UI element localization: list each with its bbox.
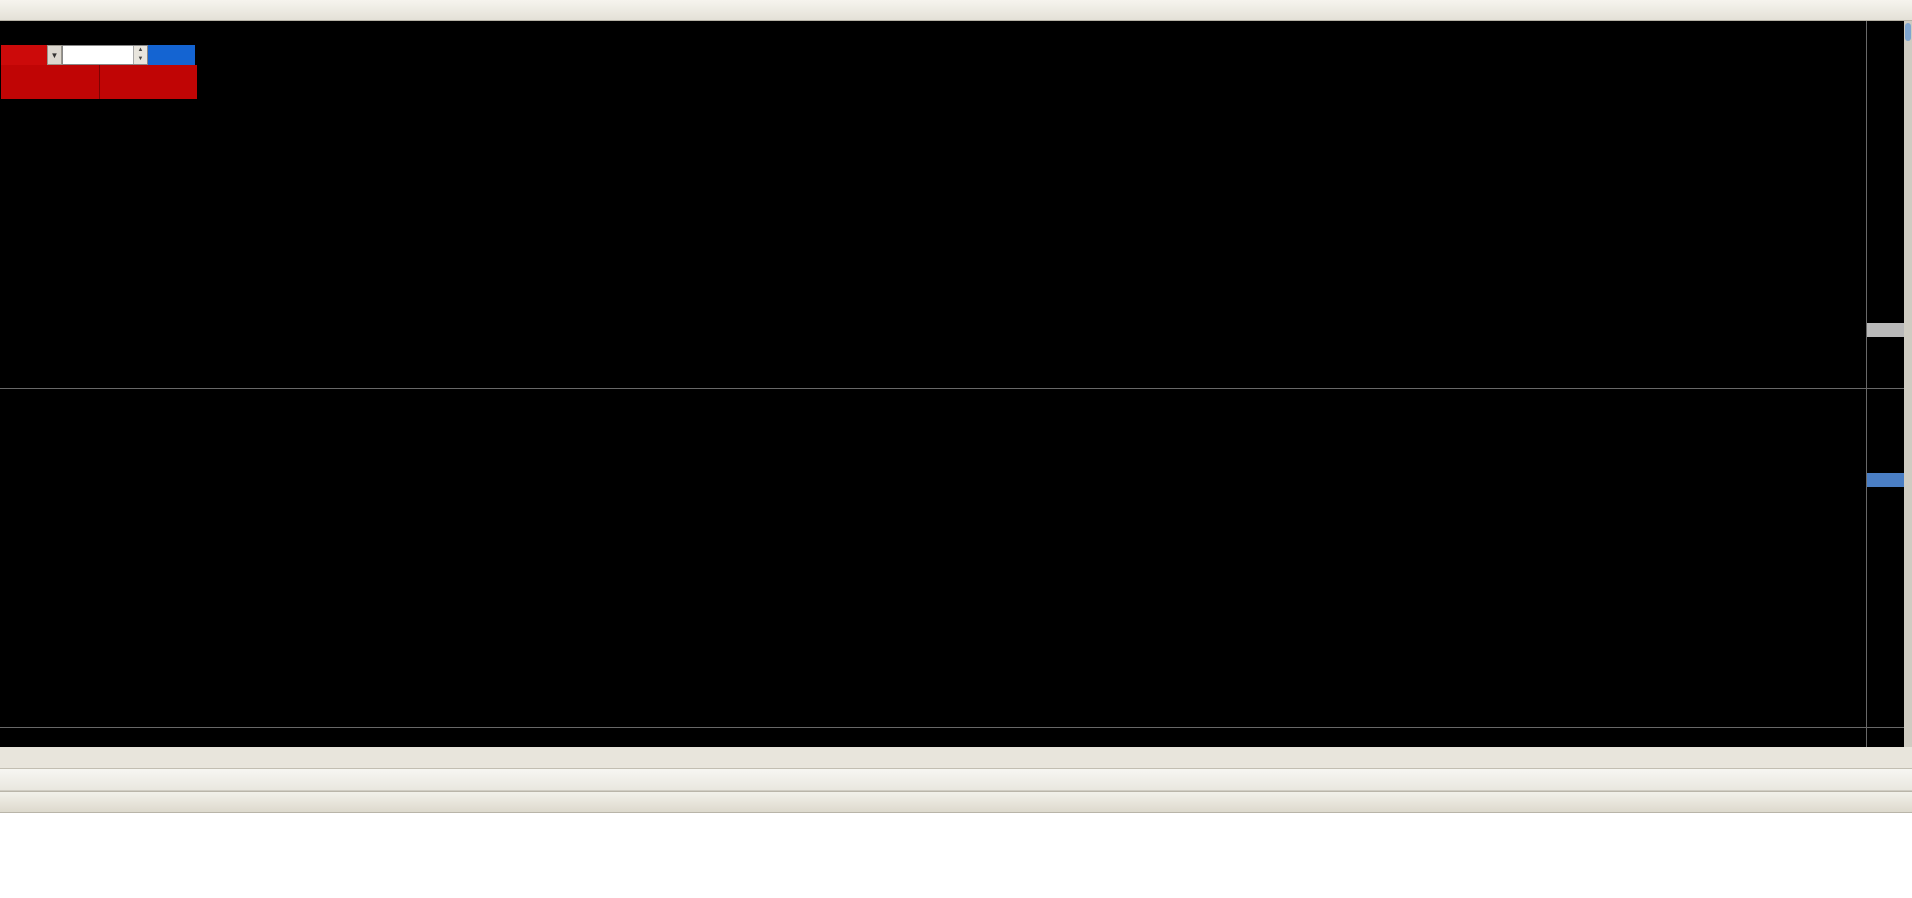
- scrollbar-thumb[interactable]: [1905, 23, 1911, 41]
- volume-spinner: ▲ ▼: [133, 46, 147, 64]
- one-click-trading-panel: ▼ ▲ ▼: [1, 45, 197, 99]
- chart-window[interactable]: ▼ ▲ ▼: [0, 21, 1912, 747]
- buy-price-button[interactable]: [100, 65, 198, 99]
- vertical-scrollbar[interactable]: [1904, 21, 1912, 747]
- pane-separator[interactable]: [0, 388, 1904, 389]
- volume-up-button[interactable]: ▲: [134, 46, 147, 55]
- account-summary-bar: [0, 791, 1912, 813]
- time-axis: [0, 728, 1866, 747]
- volume-input[interactable]: [63, 46, 133, 64]
- sell-button[interactable]: [1, 45, 47, 65]
- volume-down-button[interactable]: ▼: [134, 55, 147, 64]
- trade-panel: [0, 769, 1912, 813]
- trading-terminal-window: ▼ ▲ ▼: [0, 0, 1912, 898]
- price-axis-border: [1866, 21, 1867, 747]
- buy-button[interactable]: [148, 45, 195, 65]
- equity-indicator-chart[interactable]: [0, 389, 1866, 728]
- candlestick-chart[interactable]: [0, 21, 1866, 388]
- oneclick-menu-caret[interactable]: ▼: [47, 45, 62, 65]
- positions-table-header: [0, 769, 1912, 791]
- volume-field: ▲ ▼: [62, 45, 148, 65]
- sell-price-button[interactable]: [1, 65, 100, 99]
- chart-tabs-bar: [0, 747, 1912, 769]
- main-toolbar: [0, 0, 1912, 21]
